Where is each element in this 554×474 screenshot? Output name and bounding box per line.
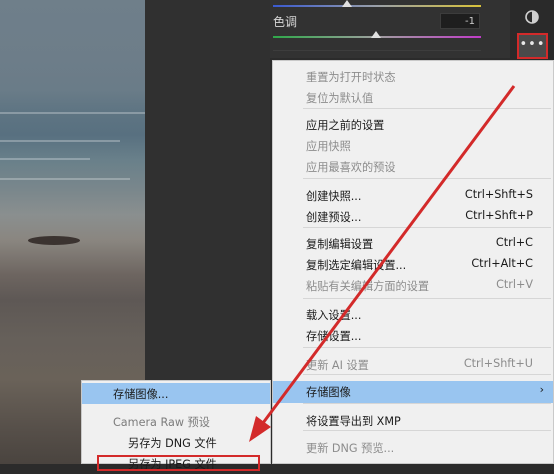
menu-item-label: 复制编辑设置 <box>306 238 374 251</box>
hue-label: 色调 <box>273 15 298 29</box>
menu-item: 复位为默认值 <box>273 87 553 107</box>
menu-item-shortcut: Ctrl+Alt+C <box>471 257 533 270</box>
temperature-slider-track[interactable] <box>273 5 481 7</box>
menu-separator <box>303 403 551 404</box>
menu-item-shortcut: Ctrl+Shft+S <box>464 188 533 201</box>
menu-separator <box>303 178 551 179</box>
menu-item[interactable]: 应用之前的设置 <box>273 114 553 134</box>
submenu-item-label: 另存为 DNG 文件 <box>128 437 217 450</box>
adjustment-panel: 色调 -1 <box>270 0 510 58</box>
menu-item-label: 应用最喜欢的预设 <box>306 161 396 174</box>
menu-item: 更新 DNG 预览... <box>273 437 553 457</box>
menu-item-label: 应用快照 <box>306 140 351 153</box>
submenu-item-label: Camera Raw 预设 <box>113 416 210 429</box>
menu-separator <box>303 227 551 228</box>
menu-item: 应用快照 <box>273 135 553 155</box>
wave-line <box>0 140 120 142</box>
menu-item-label: 复位为默认值 <box>306 92 374 105</box>
wave-line <box>0 112 145 114</box>
menu-item[interactable]: 存储图像 › <box>273 381 553 403</box>
rock <box>28 236 80 245</box>
menu-item-label: 创建快照... <box>306 190 362 203</box>
menu-item-label: 复制选定编辑设置... <box>306 259 407 272</box>
menu-separator <box>303 347 551 348</box>
menu-item-shortcut: Ctrl+Shft+U <box>463 357 533 370</box>
menu-item: 应用最喜欢的预设 <box>273 156 553 176</box>
menu-item-label: 重置为打开时状态 <box>306 71 396 84</box>
menu-item-shortcut: Ctrl+V <box>496 278 533 291</box>
menu-item-shortcut: Ctrl+C <box>495 236 533 249</box>
menu-item-label: 存储图像 <box>306 386 351 399</box>
chevron-right-icon: › <box>539 383 544 396</box>
temperature-slider-thumb[interactable] <box>342 0 352 7</box>
wave-line <box>0 158 90 160</box>
menu-item[interactable]: 复制编辑设置 Ctrl+C <box>273 233 553 253</box>
menu-item: 重置为打开时状态 <box>273 66 553 86</box>
menu-item: 粘贴有关编辑方面的设置 Ctrl+V <box>273 275 553 295</box>
save-image-submenu: 存储图像... Camera Raw 预设 另存为 DNG 文件 另存为 JPEG 文… <box>81 380 271 471</box>
menu-item-label: 创建预设... <box>306 211 362 224</box>
menu-item-shortcut: Ctrl+Shft+P <box>465 209 533 222</box>
more-options-button[interactable]: ••• <box>517 33 548 59</box>
annotation-highlight-box <box>97 455 260 471</box>
menu-item[interactable]: 将设置导出到 XMP <box>273 410 553 430</box>
menu-item-label: 将设置导出到 XMP <box>306 415 401 428</box>
menu-separator <box>303 430 551 431</box>
divider <box>273 50 481 51</box>
mask-circle-icon[interactable] <box>525 10 539 24</box>
submenu-header: Camera Raw 预设 <box>82 411 270 432</box>
menu-item-label: 更新 AI 设置 <box>306 359 369 372</box>
menu-separator <box>303 374 551 375</box>
submenu-item[interactable]: 另存为 DNG 文件 <box>82 432 270 453</box>
menu-item-label: 应用之前的设置 <box>306 119 385 132</box>
wave-line <box>0 178 130 180</box>
menu-separator <box>303 108 551 109</box>
hue-value-input[interactable]: -1 <box>440 13 480 29</box>
menu-item[interactable]: 存储设置... <box>273 325 553 345</box>
menu-item-label: 粘贴有关编辑方面的设置 <box>306 280 430 293</box>
menu-item[interactable]: 载入设置... <box>273 304 553 324</box>
submenu-item[interactable]: 存储图像... <box>82 383 270 404</box>
menu-item-label: 载入设置... <box>306 309 362 322</box>
menu-item-label: 存储设置... <box>306 330 362 343</box>
menu-item-label: 更新 DNG 预览... <box>306 442 395 455</box>
submenu-item-label: 存储图像... <box>113 388 169 401</box>
menu-item[interactable]: 创建预设... Ctrl+Shft+P <box>273 206 553 226</box>
menu-item[interactable]: 创建快照... Ctrl+Shft+S <box>273 185 553 205</box>
menu-item: 更新 AI 设置 Ctrl+Shft+U <box>273 354 553 374</box>
menu-item[interactable]: 复制选定编辑设置... Ctrl+Alt+C <box>273 254 553 274</box>
hue-slider-thumb[interactable] <box>371 31 381 38</box>
menu-separator <box>303 298 551 299</box>
more-options-menu: 重置为打开时状态 复位为默认值 应用之前的设置 应用快照 应用最喜欢的预设 创建快照...… <box>272 60 554 464</box>
